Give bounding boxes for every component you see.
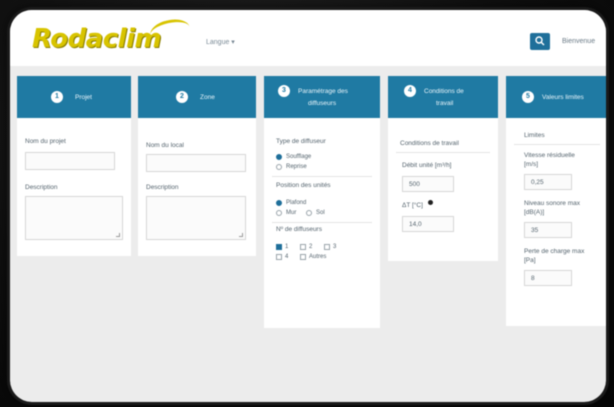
step-header-diffuseurs[interactable]: 3 Paramétrage des diffuseurs	[264, 76, 380, 118]
info-icon[interactable]	[428, 200, 433, 205]
section-divider	[514, 144, 600, 145]
project-description-textarea[interactable]	[25, 196, 123, 240]
pressure-drop-input[interactable]: 8	[524, 270, 572, 286]
step-column-projet: 1 Projet Nom du projet Description	[17, 76, 131, 256]
resize-handle-icon[interactable]	[116, 233, 120, 237]
delta-t-value: 14,0	[409, 221, 422, 228]
unit-position-label: Position des unités	[276, 182, 331, 189]
resize-handle-icon[interactable]	[239, 233, 243, 237]
app-logo: Rodaclim	[32, 24, 162, 54]
pressure-drop-unit: [Pa]	[524, 257, 536, 264]
top-header: Rodaclim Langue ▾ Bienvenue	[10, 10, 606, 66]
step-number: 3	[278, 85, 290, 97]
position-radio-mur[interactable]	[276, 210, 282, 216]
zone-name-label: Nom du local	[146, 142, 184, 149]
project-description-label: Description	[25, 184, 58, 191]
step-label: Valeurs limites	[542, 94, 584, 101]
position-radio-sol[interactable]	[306, 210, 312, 216]
project-name-label: Nom du projet	[25, 138, 66, 145]
count-option-label: 2	[309, 244, 313, 250]
position-radio-plafond[interactable]	[276, 200, 282, 206]
delta-t-label: ΔT [°C]	[402, 202, 423, 209]
zone-description-textarea[interactable]	[146, 196, 246, 240]
position-option-label: Sol	[316, 210, 325, 216]
type-radio-reprise[interactable]	[276, 164, 282, 170]
step-header-zone[interactable]: 2 Zone	[138, 76, 256, 118]
step-number: 5	[522, 91, 534, 103]
step-label-line1: Conditions de	[424, 88, 464, 95]
app-window: Rodaclim Langue ▾ Bienvenue 1 Projet Nom…	[10, 10, 606, 402]
step-label: Projet	[75, 94, 92, 101]
count-option-label: 1	[285, 244, 289, 250]
flow-rate-label: Débit unité [m³/h]	[402, 162, 452, 169]
delta-t-input[interactable]: 14,0	[402, 216, 454, 232]
language-selector[interactable]: Langue ▾	[206, 38, 235, 46]
flow-rate-value: 500	[409, 181, 420, 188]
step-header-projet[interactable]: 1 Projet	[17, 76, 131, 118]
diffuser-type-label: Type de diffuseur	[276, 138, 326, 145]
limits-section-label: Limites	[524, 132, 545, 139]
step-label-line2: travail	[436, 100, 454, 107]
step-number: 2	[176, 91, 188, 103]
count-checkbox-1[interactable]	[276, 244, 282, 250]
step-number: 1	[51, 91, 63, 103]
section-divider	[272, 222, 372, 223]
position-option-label: Mur	[286, 210, 297, 216]
count-checkbox-4[interactable]	[276, 254, 282, 260]
type-option-label: Reprise	[286, 164, 307, 170]
type-option-label: Soufflage	[286, 154, 312, 160]
residual-speed-unit: [m/s]	[524, 161, 539, 168]
diffuser-count-label: Nº de diffuseurs	[276, 226, 322, 233]
step-header-conditions[interactable]: 4 Conditions de travail	[388, 76, 498, 118]
section-divider	[396, 152, 490, 153]
count-option-label: 3	[333, 244, 337, 250]
step-label: Zone	[200, 94, 215, 101]
residual-speed-value: 0,25	[531, 179, 544, 186]
search-icon	[535, 36, 545, 46]
section-divider	[272, 176, 372, 177]
type-radio-soufflage[interactable]	[276, 154, 282, 160]
step-column-conditions: 4 Conditions de travail Conditions de tr…	[388, 76, 498, 261]
count-option-label: 4	[285, 254, 289, 260]
noise-level-label: Niveau sonore max	[524, 200, 580, 207]
search-button[interactable]	[530, 33, 550, 50]
user-link[interactable]: Bienvenue	[562, 38, 595, 45]
position-option-label: Plafond	[286, 200, 307, 206]
residual-speed-input[interactable]: 0,25	[524, 174, 572, 190]
noise-level-value: 35	[531, 227, 539, 234]
residual-speed-label: Vitesse résiduelle	[524, 152, 575, 159]
conditions-section-label: Conditions de travail	[400, 140, 459, 147]
count-checkbox-3[interactable]	[324, 244, 330, 250]
logo-swoosh-icon	[148, 16, 192, 46]
zone-description-label: Description	[146, 184, 179, 191]
noise-level-input[interactable]: 35	[524, 222, 572, 238]
step-label-line1: Paramétrage des	[298, 88, 348, 95]
step-number: 4	[404, 85, 416, 97]
step-column-diffuseurs: 3 Paramétrage des diffuseurs Type de dif…	[264, 76, 380, 328]
noise-level-unit: [dB(A)]	[524, 209, 545, 216]
count-checkbox-autres[interactable]	[300, 254, 306, 260]
project-name-input[interactable]	[25, 152, 115, 170]
step-header-limites[interactable]: 5 Valeurs limites	[506, 76, 606, 118]
zone-name-input[interactable]	[146, 154, 246, 172]
pressure-drop-label: Perte de charge max	[524, 248, 585, 255]
step-label-line2: diffuseurs	[308, 100, 337, 107]
count-option-label: Autres	[309, 254, 327, 260]
flow-rate-input[interactable]: 500	[402, 176, 454, 192]
pressure-drop-value: 8	[531, 275, 535, 282]
step-column-zone: 2 Zone Nom du local Description	[138, 76, 256, 256]
step-column-limites: 5 Valeurs limites Limites Vitesse résidu…	[506, 76, 606, 326]
count-checkbox-2[interactable]	[300, 244, 306, 250]
